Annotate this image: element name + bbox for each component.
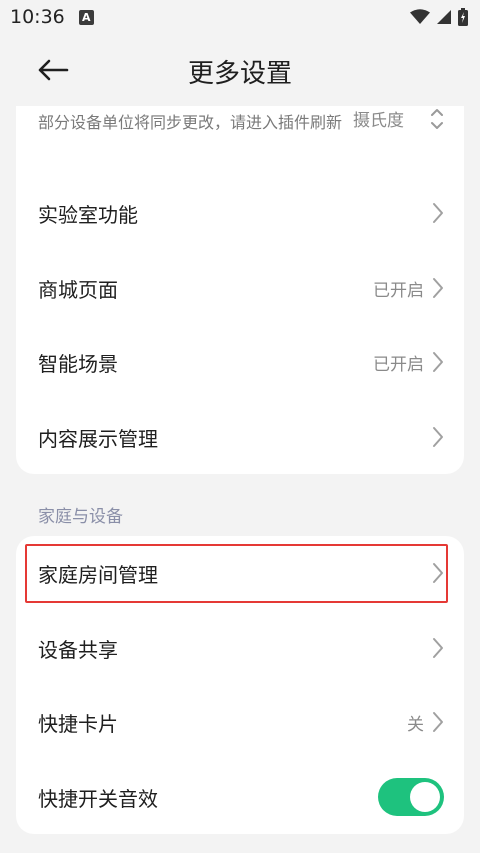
row-smart-scenes[interactable]: 智能场景 已开启 (16, 325, 464, 399)
row-home-room-management[interactable]: 家庭房间管理 (16, 536, 464, 610)
unit-setting-row[interactable]: 部分设备单位将同步更改，请进入插件刷新 摄氏度 (38, 106, 448, 172)
row-label: 内容展示管理 (38, 426, 158, 451)
unit-note: 部分设备单位将同步更改，请进入插件刷新 (38, 113, 343, 132)
sound-effect-toggle[interactable] (378, 778, 444, 816)
row-label: 家庭房间管理 (38, 562, 158, 587)
signal-icon (437, 10, 451, 24)
chevron-right-icon (433, 278, 443, 298)
status-bar: 10:36 A (0, 0, 480, 34)
chevron-right-icon (433, 638, 443, 658)
section-header-home-devices: 家庭与设备 (38, 507, 123, 527)
general-settings-card: 部分设备单位将同步更改，请进入插件刷新 摄氏度 实验室功能 商城页面 已开启 智… (16, 106, 464, 474)
status-time: 10:36 (10, 6, 65, 28)
row-label: 快捷开关音效 (38, 786, 158, 811)
row-device-sharing[interactable]: 设备共享 (16, 611, 464, 685)
row-content-display[interactable]: 内容展示管理 (16, 400, 464, 474)
row-value: 关 (407, 714, 424, 735)
row-label: 智能场景 (38, 351, 118, 376)
wifi-icon (410, 9, 430, 24)
chevron-right-icon (433, 352, 443, 372)
row-label: 商城页面 (38, 277, 118, 302)
row-lab-features[interactable]: 实验室功能 (16, 176, 464, 250)
row-value: 已开启 (373, 354, 424, 375)
up-down-chevron-icon (431, 109, 443, 129)
home-devices-card: 家庭房间管理 设备共享 快捷卡片 关 快捷开关音效 (16, 536, 464, 834)
row-label: 实验室功能 (38, 202, 138, 227)
app-bar: 更多设置 (0, 34, 480, 106)
toggle-knob (410, 782, 440, 812)
row-value: 已开启 (373, 280, 424, 301)
chevron-right-icon (433, 203, 443, 223)
row-quick-cards[interactable]: 快捷卡片 关 (16, 685, 464, 759)
status-indicators (410, 8, 468, 26)
unit-value: 摄氏度 (353, 111, 404, 131)
row-label: 快捷卡片 (38, 711, 118, 736)
page-title: 更多设置 (187, 59, 292, 89)
notification-badge-icon: A (78, 9, 94, 25)
battery-icon (458, 8, 468, 26)
chevron-right-icon (433, 563, 443, 583)
chevron-right-icon (433, 427, 443, 447)
row-quick-switch-sound: 快捷开关音效 (16, 760, 464, 834)
row-label: 设备共享 (38, 637, 118, 662)
row-mall-page[interactable]: 商城页面 已开启 (16, 251, 464, 325)
chevron-right-icon (433, 712, 443, 732)
